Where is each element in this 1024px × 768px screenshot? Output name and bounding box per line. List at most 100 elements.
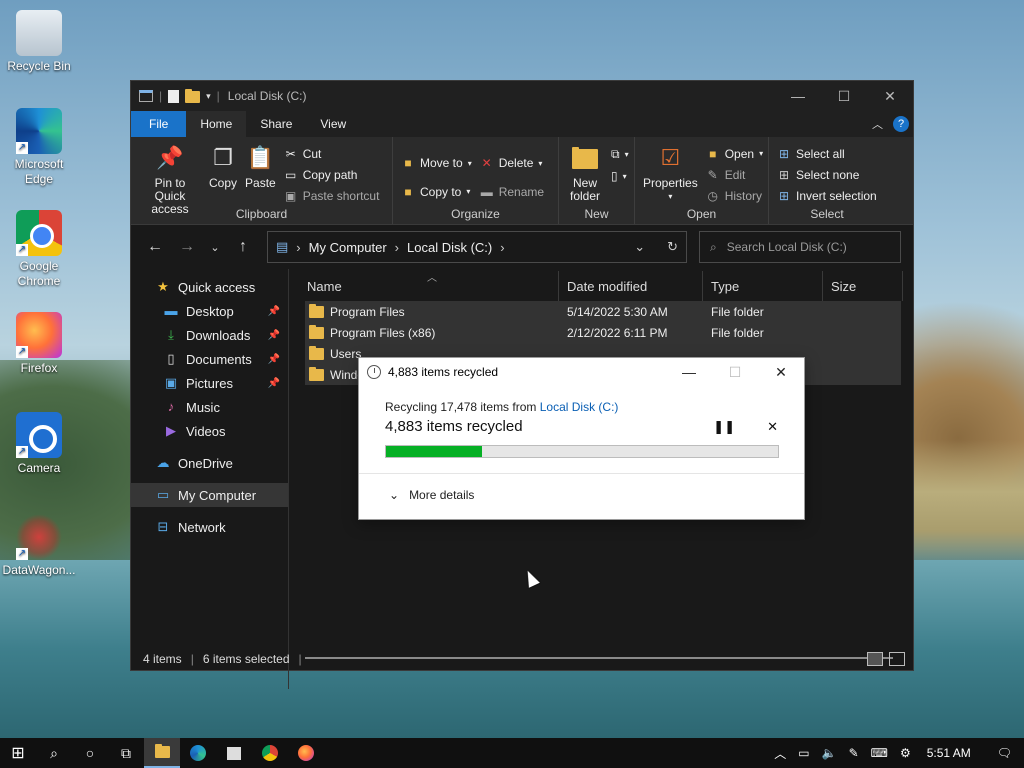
easy-access-icon[interactable]: ▯ ▾	[607, 165, 633, 187]
pin-icon[interactable]: 📌	[268, 354, 280, 365]
desktop-icon-datawagon[interactable]: ↗ DataWagon...	[0, 514, 78, 578]
desktop-icon-firefox[interactable]: ↗ Firefox	[0, 312, 78, 376]
tab-file[interactable]: File	[131, 111, 187, 137]
store-taskbar-icon[interactable]	[216, 738, 252, 768]
pin-icon[interactable]: 📌	[268, 330, 280, 341]
copy-path-button[interactable]: ▭ Copy path	[280, 164, 384, 185]
folder-icon	[309, 366, 324, 381]
select-none-button[interactable]: ⊞ Select none	[773, 164, 881, 185]
pin-icon[interactable]: 📌	[268, 378, 280, 389]
back-arrow-icon[interactable]: ←	[139, 238, 171, 256]
cancel-icon[interactable]: ✕	[767, 419, 778, 435]
edit-button[interactable]: ✎ Edit	[702, 164, 767, 185]
pen-icon[interactable]: ✎	[849, 746, 859, 760]
keyboard-icon[interactable]: ⌨	[871, 746, 888, 760]
sidebar-item-videos[interactable]: ▶ Videos	[131, 419, 288, 443]
tab-view[interactable]: View	[306, 111, 360, 137]
properties-button[interactable]: ☑ Properties ▾	[639, 141, 702, 206]
search-taskbar-icon[interactable]: ⌕	[36, 738, 72, 768]
new-item-icon[interactable]: ⧉ ▾	[607, 143, 633, 165]
rename-button[interactable]: ▬ Rename	[476, 178, 548, 207]
up-arrow-icon[interactable]: ↑	[227, 238, 259, 256]
forward-arrow-icon[interactable]: →	[171, 238, 203, 256]
notification-center-icon[interactable]: 🗨	[997, 746, 1012, 760]
desktop-icon-recycle-bin[interactable]: Recycle Bin	[0, 10, 78, 74]
column-header-size[interactable]: Size	[823, 271, 903, 301]
pin-icon: 📌	[156, 145, 184, 170]
copy-button[interactable]: ❐ Copy	[205, 141, 241, 206]
firefox-icon: ↗	[16, 312, 62, 358]
paste-shortcut-button[interactable]: ▣ Paste shortcut	[280, 185, 384, 206]
recent-locations-icon[interactable]: ⌄	[203, 241, 227, 254]
delete-button[interactable]: ✕ Delete ▾	[476, 149, 548, 178]
paste-button[interactable]: 📋 Paste	[241, 141, 280, 206]
customize-toolbar-icon[interactable]: ▾	[206, 91, 211, 102]
sidebar-item-music[interactable]: ♪ Music	[131, 395, 288, 419]
search-box[interactable]: ⌕ Search Local Disk (C:)	[699, 231, 901, 263]
cortana-icon[interactable]: ○	[72, 738, 108, 768]
sidebar-item-desktop[interactable]: ▬ Desktop 📌	[131, 299, 288, 323]
sidebar-item-pictures[interactable]: ▣ Pictures 📌	[131, 371, 288, 395]
refresh-icon[interactable]: ↻	[667, 239, 678, 255]
history-button[interactable]: ◷ History	[702, 185, 767, 206]
properties-small-icon[interactable]	[168, 89, 180, 103]
breadcrumb-my-computer[interactable]: My Computer	[309, 240, 387, 255]
sidebar-item-quick-access[interactable]: ★ Quick access	[131, 275, 288, 299]
source-location-link[interactable]: Local Disk (C:)	[540, 400, 619, 414]
search-input[interactable]: Search Local Disk (C:)	[727, 240, 847, 254]
ribbon-group-open: ☑ Properties ▾ ■ Open ▾ ✎ Edit ◷ History Ope…	[635, 137, 769, 224]
invert-selection-button[interactable]: ⊞ Invert selection	[773, 185, 881, 206]
chrome-taskbar-icon[interactable]	[252, 738, 288, 768]
open-button[interactable]: ■ Open ▾	[702, 143, 767, 164]
network-tray-icon[interactable]: ▭	[798, 746, 809, 760]
desktop-icon-camera[interactable]: ↗ Camera	[0, 412, 78, 476]
select-all-button[interactable]: ⊞ Select all	[773, 143, 881, 164]
firefox-taskbar-icon[interactable]	[288, 738, 324, 768]
tab-home[interactable]: Home	[186, 111, 247, 137]
table-row[interactable]: Program Files 5/14/2022 5:30 AM File folde…	[305, 301, 901, 322]
copy-to-button[interactable]: ■ Copy to ▾	[397, 178, 476, 207]
file-explorer-taskbar-icon[interactable]	[144, 738, 180, 768]
help-icon[interactable]: ?	[893, 116, 909, 132]
desktop-icon-edge[interactable]: ↗ Microsoft Edge	[0, 108, 78, 187]
address-bar[interactable]: ▤ › My Computer › Local Disk (C:) › ⌄ ↻	[267, 231, 687, 263]
collapse-ribbon-icon[interactable]: ︿	[872, 116, 883, 132]
settings-gear-icon[interactable]: ⚙	[900, 746, 911, 760]
details-view-icon[interactable]	[867, 652, 883, 666]
minimize-icon[interactable]: —	[775, 81, 821, 111]
pause-icon[interactable]: ❚❚	[713, 419, 735, 435]
move-to-button[interactable]: ■ Move to ▾	[397, 149, 476, 178]
window-icon	[139, 90, 153, 102]
sidebar-item-network[interactable]: ⊟ Network	[131, 515, 288, 539]
sidebar-item-downloads[interactable]: ⤓ Downloads 📌	[131, 323, 288, 347]
edge-taskbar-icon[interactable]	[180, 738, 216, 768]
address-dropdown-icon[interactable]: ⌄	[634, 239, 645, 255]
sidebar-item-onedrive[interactable]: ☁ OneDrive	[131, 451, 288, 475]
table-row[interactable]: Program Files (x86) 2/12/2022 6:11 PM File…	[305, 322, 901, 343]
column-header-type[interactable]: Type	[703, 271, 823, 301]
large-icons-view-icon[interactable]	[889, 652, 905, 666]
dialog-minimize-icon[interactable]: —	[666, 358, 712, 386]
column-header-name[interactable]: Name	[289, 271, 559, 301]
new-folder-small-icon[interactable]	[185, 89, 201, 103]
sidebar-item-my-computer[interactable]: ▭ My Computer	[131, 483, 288, 507]
breadcrumb-local-disk[interactable]: Local Disk (C:)	[407, 240, 492, 255]
show-hidden-icons-icon[interactable]: ︿	[774, 745, 786, 762]
start-button[interactable]: ⊞	[0, 738, 36, 768]
pin-quick-access-button[interactable]: 📌 Pin to Quick access	[135, 141, 205, 216]
more-details-toggle[interactable]: ⌄ More details	[389, 488, 804, 502]
cut-button[interactable]: ✂ Cut	[280, 143, 384, 164]
desktop-folder-icon: ▬	[164, 303, 178, 318]
new-folder-button[interactable]: New folder	[563, 141, 607, 206]
maximize-icon[interactable]: ☐	[821, 81, 867, 111]
column-header-date-modified[interactable]: Date modified	[559, 271, 703, 301]
tab-share[interactable]: Share	[246, 111, 306, 137]
taskbar-clock[interactable]: 5:51 AM	[927, 746, 971, 760]
desktop-icon-chrome[interactable]: ↗ Google Chrome	[0, 210, 78, 289]
sidebar-item-documents[interactable]: ▯ Documents 📌	[131, 347, 288, 371]
task-view-icon[interactable]: ⧉	[108, 738, 144, 768]
close-icon[interactable]: ✕	[867, 81, 913, 111]
pin-icon[interactable]: 📌	[268, 306, 280, 317]
dialog-close-icon[interactable]: ✕	[758, 358, 804, 386]
volume-icon[interactable]: 🔈	[822, 746, 837, 760]
